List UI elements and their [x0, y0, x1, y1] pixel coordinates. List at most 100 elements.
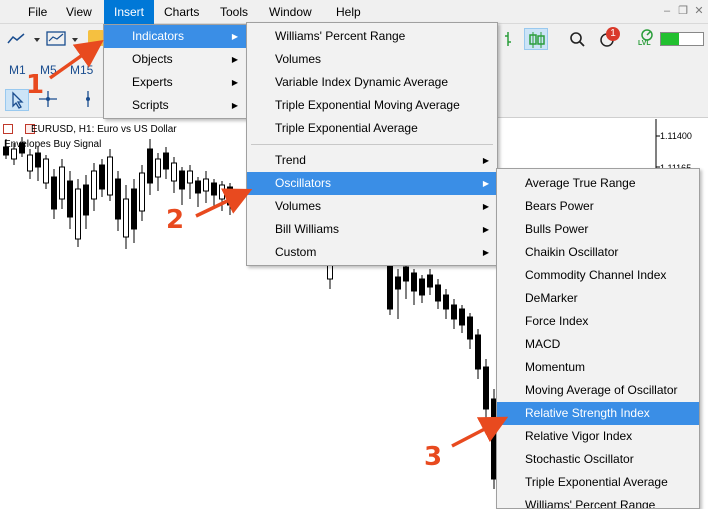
- menu-item-volumes[interactable]: Volumes ▶: [247, 195, 497, 218]
- chevron-right-icon: ▶: [231, 78, 238, 87]
- menu-item-indicator[interactable]: Williams' Percent Range: [247, 25, 497, 48]
- candle-body: [123, 198, 129, 238]
- candle-body: [91, 170, 97, 200]
- menu-item-custom[interactable]: Custom ▶: [247, 241, 497, 264]
- chevron-right-icon: ▶: [482, 156, 489, 165]
- menu-item-oscillator[interactable]: Chaikin Oscillator: [497, 241, 699, 264]
- menu-view[interactable]: View: [60, 0, 98, 24]
- menu-item-oscillator[interactable]: Bears Power: [497, 195, 699, 218]
- minimize-icon[interactable]: –: [660, 4, 674, 18]
- menu-item-relative-strength-index[interactable]: Relative Strength Index: [497, 402, 699, 425]
- candle-body: [155, 158, 161, 178]
- candle-body: [219, 184, 225, 200]
- candle-body: [395, 276, 401, 290]
- candle-body: [11, 148, 17, 160]
- candle-body: [467, 316, 473, 340]
- connection-bar: [660, 32, 704, 46]
- menu-item-oscillator[interactable]: Bulls Power: [497, 218, 699, 241]
- annotation-number: 1: [26, 70, 45, 100]
- candle-body: [211, 182, 217, 196]
- candle-body: [115, 178, 121, 220]
- menu-item-objects[interactable]: Objects ▶: [104, 48, 246, 71]
- menu-item-experts[interactable]: Experts ▶: [104, 71, 246, 94]
- timeframe-m1[interactable]: M1: [9, 63, 26, 77]
- menu-charts[interactable]: Charts: [158, 0, 205, 24]
- candle-body: [163, 152, 169, 170]
- candle-body: [171, 162, 177, 182]
- candle-body: [419, 278, 425, 296]
- candle-body: [435, 284, 441, 302]
- menu-item-oscillator[interactable]: Relative Vigor Index: [497, 425, 699, 448]
- candle-body: [475, 334, 481, 370]
- menu-item-indicators[interactable]: Indicators ▶: [104, 25, 246, 48]
- insert-menu: Indicators ▶ Objects ▶ Experts ▶ Scripts ▶: [103, 24, 247, 119]
- restore-icon[interactable]: ❐: [676, 4, 690, 18]
- line-chart-icon[interactable]: [4, 28, 40, 50]
- candle-body: [195, 180, 201, 194]
- candle-body: [411, 272, 417, 292]
- chevron-right-icon: ▶: [231, 32, 238, 41]
- candlestick-icon[interactable]: [524, 28, 548, 50]
- vertical-line-icon[interactable]: [78, 89, 102, 111]
- oscillators-menu: Average True Range Bears Power Bulls Pow…: [496, 168, 700, 509]
- chart-window-icon: [3, 124, 13, 134]
- menu-item-indicator[interactable]: Variable Index Dynamic Average: [247, 71, 497, 94]
- menu-item-oscillator[interactable]: Commodity Channel Index: [497, 264, 699, 287]
- search-icon[interactable]: [566, 28, 590, 50]
- menu-item-indicator[interactable]: Volumes: [247, 48, 497, 71]
- indicators-menu: Williams' Percent Range Volumes Variable…: [246, 22, 498, 266]
- timeframe-m15[interactable]: M15: [70, 63, 93, 77]
- menu-file[interactable]: File: [22, 0, 53, 24]
- menu-item-oscillator[interactable]: Average True Range: [497, 172, 699, 195]
- menu-item-oscillator[interactable]: Momentum: [497, 356, 699, 379]
- chart-indicator-label: Envelopes Buy Signal: [4, 139, 102, 150]
- menu-item-oscillator[interactable]: MACD: [497, 333, 699, 356]
- candle-body: [131, 188, 137, 230]
- menu-item-oscillator[interactable]: Williams' Percent Range: [497, 494, 699, 508]
- menu-item-oscillator[interactable]: Stochastic Oscillator: [497, 448, 699, 471]
- menu-item-oscillator[interactable]: Force Index: [497, 310, 699, 333]
- chevron-right-icon: ▶: [231, 55, 238, 64]
- menu-item-oscillator[interactable]: Moving Average of Oscillator: [497, 379, 699, 402]
- lvl-label: LVL: [638, 40, 651, 47]
- menu-window[interactable]: Window: [263, 0, 318, 24]
- candle-body: [139, 172, 145, 212]
- menu-insert[interactable]: Insert: [104, 0, 154, 24]
- candle-body: [27, 154, 33, 172]
- candle-body: [451, 304, 457, 320]
- bar-chart-icon[interactable]: [500, 28, 524, 50]
- candle-body: [427, 274, 433, 288]
- chevron-right-icon: ▶: [482, 225, 489, 234]
- candle-body: [483, 366, 489, 410]
- menu-item-trend[interactable]: Trend ▶: [247, 149, 497, 172]
- chevron-right-icon: ▶: [482, 248, 489, 257]
- candle-body: [67, 180, 73, 218]
- gold-icon[interactable]: [88, 30, 104, 46]
- candle-body: [179, 170, 185, 190]
- annotation-number: 2: [166, 205, 185, 235]
- candle-body: [387, 258, 393, 310]
- candle-body: [107, 156, 113, 196]
- menu-item-oscillator[interactable]: Triple Exponential Average: [497, 471, 699, 494]
- menu-item-oscillators[interactable]: Oscillators ▶: [247, 172, 497, 195]
- menu-item-indicator[interactable]: Triple Exponential Average: [247, 117, 497, 140]
- menu-tools[interactable]: Tools: [214, 0, 254, 24]
- candle-body: [75, 188, 81, 240]
- notification-badge: 1: [606, 27, 620, 41]
- menu-item-oscillator[interactable]: DeMarker: [497, 287, 699, 310]
- menu-bar: File View Insert Charts Tools Window Hel…: [0, 0, 708, 24]
- candle-body: [51, 176, 57, 210]
- menu-help[interactable]: Help: [330, 0, 367, 24]
- chevron-right-icon: ▶: [482, 202, 489, 211]
- candle-body: [99, 164, 105, 190]
- candle-body: [43, 158, 49, 184]
- chart-template-icon[interactable]: [44, 28, 78, 50]
- candle-body: [227, 186, 233, 206]
- close-icon[interactable]: ✕: [692, 4, 706, 18]
- chevron-right-icon: ▶: [231, 101, 238, 110]
- menu-item-indicator[interactable]: Triple Exponential Moving Average: [247, 94, 497, 117]
- menu-item-scripts[interactable]: Scripts ▶: [104, 94, 246, 117]
- candle-body: [83, 184, 89, 216]
- price-label: 1.11400: [660, 131, 692, 141]
- menu-item-bill-williams[interactable]: Bill Williams ▶: [247, 218, 497, 241]
